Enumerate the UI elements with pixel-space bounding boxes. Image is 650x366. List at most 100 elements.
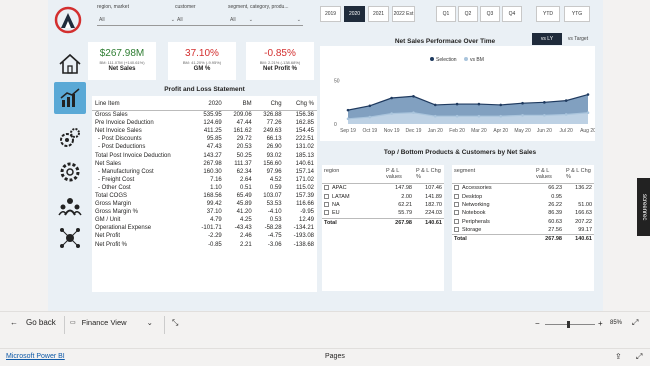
pl-row[interactable]: - Freight Cost 7.16 2.64 4.52 171.02 xyxy=(92,176,317,184)
pl-row[interactable]: Total COGS 168.56 65.49 103.07 157.39 xyxy=(92,192,317,200)
pl-row[interactable]: - Post Discounts 95.85 29.72 66.13 222.51 xyxy=(92,135,317,143)
quarter-q1-button[interactable]: Q1 xyxy=(436,6,456,22)
go-back-button[interactable]: ← Go back xyxy=(10,318,56,327)
pl-row[interactable]: Gross Margin % 37.10 41.20 -4.10 -9.95 xyxy=(92,208,317,216)
region-row[interactable]: EU 55.79 224.03 xyxy=(322,209,444,218)
expand-plus-icon[interactable] xyxy=(454,201,459,207)
expand-plus-icon[interactable] xyxy=(454,185,459,191)
vs-ly-toggle[interactable]: vs LY xyxy=(532,33,562,45)
expand-plus-icon[interactable] xyxy=(324,193,329,199)
segment-cell-text: 51.00 xyxy=(578,201,592,208)
segment-value: 166.63 xyxy=(564,209,594,217)
ytd-button[interactable]: YTD xyxy=(536,6,560,22)
share-icon[interactable]: ⇪ xyxy=(615,352,622,361)
quarter-q2-button[interactable]: Q2 xyxy=(458,6,478,22)
expand-plus-icon[interactable] xyxy=(454,218,459,224)
pl-row[interactable]: Pre Invoice Deduction 124.69 47.44 77.26 162… xyxy=(92,119,317,127)
pl-row[interactable]: Total Post Invoice Deduction 143.27 50.25 9… xyxy=(92,151,317,159)
gears-icon xyxy=(60,128,80,147)
year-2020-button[interactable]: 2020 xyxy=(344,6,365,22)
segment-name: Storage xyxy=(452,226,534,235)
zoom-out-icon[interactable]: − xyxy=(535,319,540,328)
net-sales-kpi-card: $267.98M BM: 111.07M (+140.61%) Net Sale… xyxy=(88,42,156,80)
expand-plus-icon[interactable] xyxy=(454,193,459,199)
powerbi-link[interactable]: Microsoft Power BI xyxy=(6,353,65,360)
pl-row[interactable]: Net Sales 267.98 111.37 156.60 140.61 xyxy=(92,160,317,168)
pl-row[interactable]: - Post Deductions 47.43 20.53 26.90 131.02 xyxy=(92,143,317,151)
expand-plus-icon[interactable] xyxy=(324,185,329,191)
kpi-title: Net Sales xyxy=(108,66,136,72)
quarter-q4-button[interactable]: Q4 xyxy=(502,6,522,22)
pl-line-item: Operational Expense xyxy=(95,225,152,232)
segment-value: 27.56 xyxy=(534,226,564,235)
finance-view-nav-button[interactable] xyxy=(54,82,86,114)
page-selector[interactable]: ▭ Finance View ⌄ xyxy=(70,318,153,327)
region-row[interactable]: NA 62.21 182.70 xyxy=(322,201,444,209)
region-total-row: Total 267.98 140.61 xyxy=(322,217,444,227)
data-point xyxy=(390,96,393,100)
zoom-slider[interactable] xyxy=(545,324,595,325)
pl-value-cell: 115.02 xyxy=(296,184,314,191)
segment-row[interactable]: Storage 27.56 99.17 xyxy=(452,226,594,235)
slicer-value: All xyxy=(230,16,236,23)
year-2022-est-button[interactable]: 2022 Est xyxy=(392,6,415,22)
data-point xyxy=(412,111,415,115)
segment-cell-text: 27.56 xyxy=(548,227,562,234)
expand-plus-icon[interactable] xyxy=(324,210,329,216)
region-row[interactable]: APAC 147.98 107.46 xyxy=(322,184,444,193)
pl-table-visual[interactable]: Line Item 2020 BM Chg Chg % Gross Sales 535.9… xyxy=(92,96,317,292)
net-sales-chart[interactable]: Selection vs BM 50 0 Sep 19 Oct 19 Nov 19 Dec 1… xyxy=(320,46,596,141)
segment-row[interactable]: Networking 26.22 51.00 xyxy=(452,201,594,209)
segment-total-cell: Total xyxy=(452,234,534,244)
year-2019-button[interactable]: 2019 xyxy=(320,6,341,22)
segment-row[interactable]: Peripherals 60.63 207.22 xyxy=(452,218,594,226)
ytg-button[interactable]: YTG xyxy=(564,6,590,22)
quarter-q3-button[interactable]: Q3 xyxy=(480,6,500,22)
expand-plus-icon[interactable] xyxy=(454,227,459,233)
executive-nav-button[interactable] xyxy=(54,222,86,254)
marketing-nav-button[interactable] xyxy=(54,156,86,188)
region-value: 2.00 xyxy=(384,192,414,200)
y-tick-label: 0 xyxy=(334,122,337,128)
pl-row[interactable]: Net Profit % -0.85 2.21 -3.06 -138.68 xyxy=(92,241,317,249)
pl-row[interactable]: Net Profit -2.29 2.46 -4.75 -193.08 xyxy=(92,232,317,240)
pl-line-item: - Manufacturing Cost xyxy=(98,168,154,175)
pl-row[interactable]: Gross Margin 99.42 45.89 53.53 116.66 xyxy=(92,200,317,208)
pl-row[interactable]: Operational Expense -101.71 -43.43 -58.28 -1… xyxy=(92,224,317,232)
region-matrix[interactable]: region P & L values P & L Chg % APAC 147.98 1… xyxy=(322,165,444,291)
segment-name: Networking xyxy=(452,201,534,209)
region-market-slicer[interactable]: region, market All ⌄ xyxy=(97,4,177,26)
sales-nav-button[interactable] xyxy=(54,122,86,154)
fit-page-icon[interactable]: ⤢ xyxy=(632,318,638,328)
pl-row[interactable]: - Manufacturing Cost 160.30 62.34 97.96 157.… xyxy=(92,168,317,176)
segment-matrix[interactable]: segment P & L values P & L Chg % Accessorie… xyxy=(452,165,594,291)
zoom-slider-thumb[interactable] xyxy=(567,321,570,328)
expand-icon[interactable]: ⤡ xyxy=(172,318,178,328)
year-2021-button[interactable]: 2021 xyxy=(368,6,389,22)
segment-slicer[interactable]: segment, category, produ... All ⌄ xyxy=(228,4,303,26)
fullscreen-icon[interactable]: ⤢ xyxy=(636,352,642,362)
kpi-title: GM % xyxy=(193,66,211,72)
pl-row[interactable]: GM / Unit 4.79 4.25 0.53 12.49 xyxy=(92,216,317,224)
pl-value-cell: -134.21 xyxy=(293,225,314,232)
screenrec-tag[interactable]: screenrec xyxy=(637,178,650,236)
home-nav-button[interactable] xyxy=(54,48,86,80)
expand-plus-icon[interactable] xyxy=(454,210,459,216)
pages-label[interactable]: Pages xyxy=(325,353,345,360)
segment-row[interactable]: Notebook 86.39 166.63 xyxy=(452,209,594,217)
expand-plus-icon[interactable] xyxy=(324,201,329,207)
region-row[interactable]: LATAM 2.00 141.89 xyxy=(322,192,444,200)
segment-cell-text: 86.39 xyxy=(548,210,562,217)
pl-row[interactable]: - Other Cost 1.10 0.51 0.59 115.02 xyxy=(92,184,317,192)
vs-target-toggle[interactable]: vs Target xyxy=(563,33,593,45)
supply-chain-nav-button[interactable] xyxy=(54,190,86,222)
divider xyxy=(64,316,65,334)
segment-row[interactable]: Accessories 66.23 136.22 xyxy=(452,184,594,193)
pl-row[interactable]: Gross Sales 535.95 209.06 326.88 156.36 xyxy=(92,111,317,120)
zoom-in-icon[interactable]: + xyxy=(598,319,603,328)
segment-cell-text: 0.95 xyxy=(551,193,562,200)
segment-row[interactable]: Desktop 0.95 xyxy=(452,192,594,200)
region-cell-text: 2.00 xyxy=(401,193,412,200)
region-cell-text: EU xyxy=(332,210,340,217)
pl-row[interactable]: Net Invoice Sales 411.25 161.62 249.63 154.4… xyxy=(92,127,317,135)
